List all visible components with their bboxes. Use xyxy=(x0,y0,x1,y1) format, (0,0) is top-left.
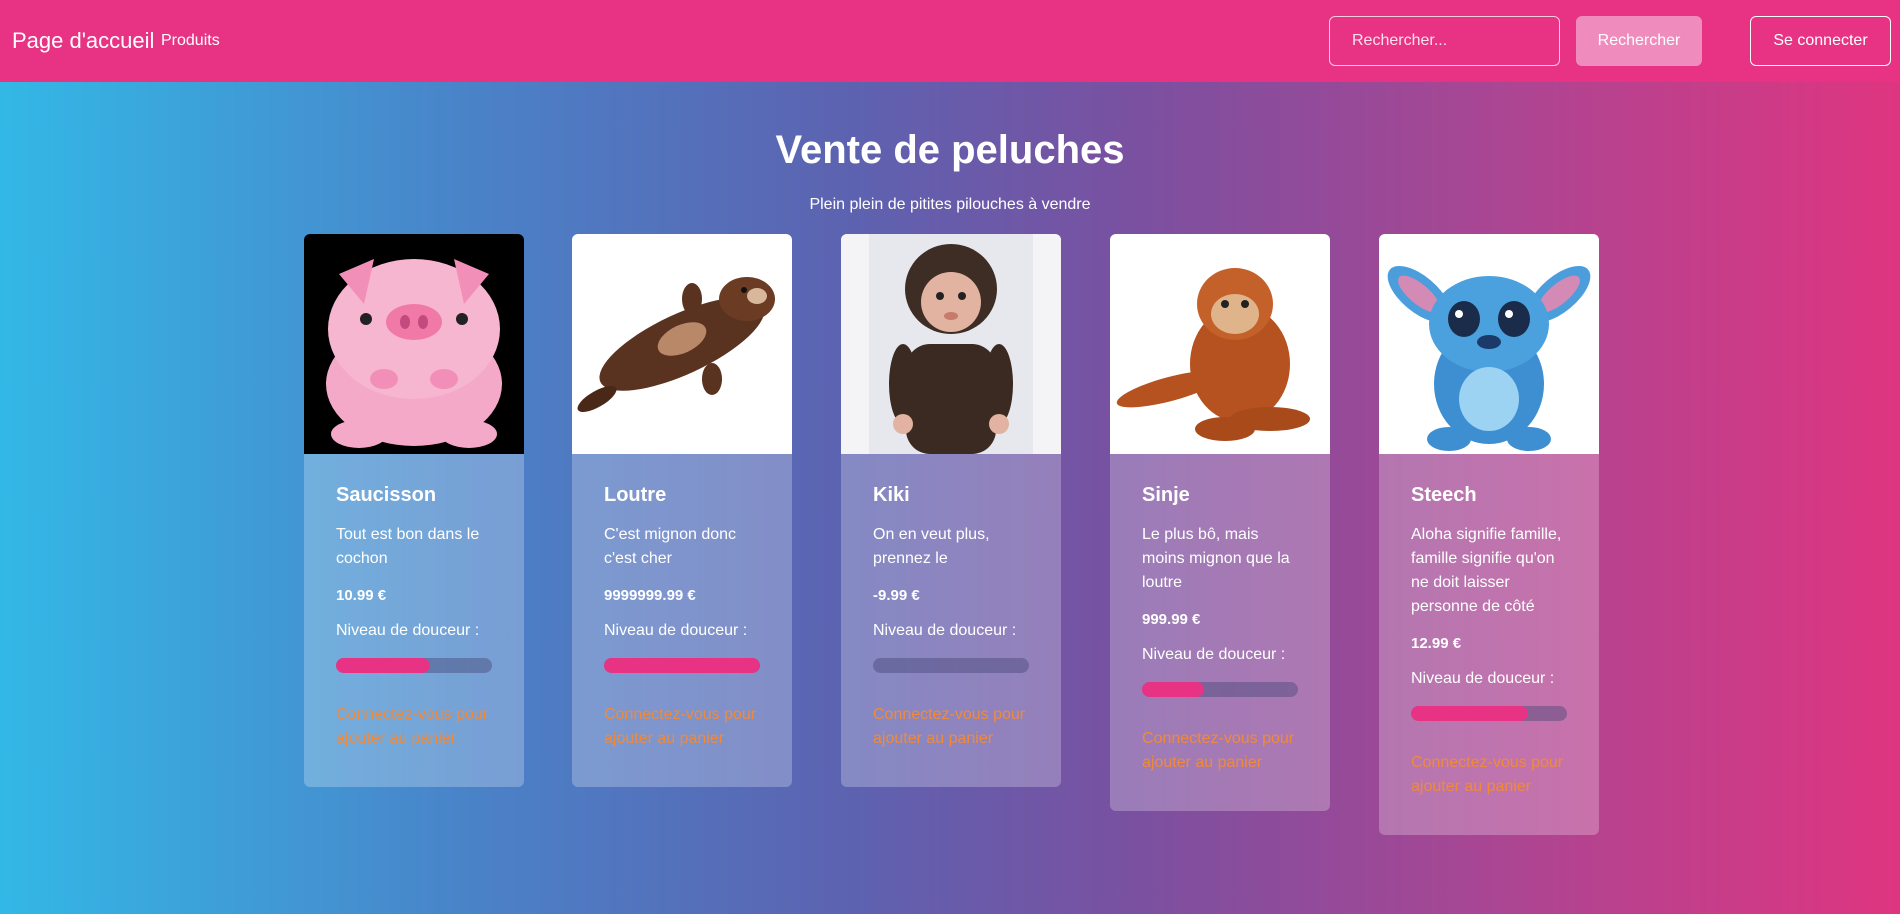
product-card-steech: Steech Aloha signifie famille, famille s… xyxy=(1379,234,1599,835)
product-name: Kiki xyxy=(873,484,910,506)
product-description: C'est mignon donc c'est cher xyxy=(604,526,737,567)
product-description: On en veut plus, prennez le xyxy=(873,526,990,567)
softness-label: Niveau de douceur : xyxy=(604,622,748,639)
product-price: 999.99 € xyxy=(1142,611,1201,628)
softness-progress-bar xyxy=(604,658,760,673)
navbar: Page d'accueil Produits Rechercher Se co… xyxy=(0,0,1900,82)
page-title: Vente de peluches xyxy=(775,128,1125,172)
pink-pig-plush-image xyxy=(304,234,524,454)
search-input[interactable] xyxy=(1329,16,1560,66)
product-card-sinje: Sinje Le plus bô, mais moins mignon que … xyxy=(1110,234,1330,811)
softness-label: Niveau de douceur : xyxy=(1142,646,1286,663)
softness-progress-bar xyxy=(1142,682,1298,697)
search-button[interactable]: Rechercher xyxy=(1576,16,1702,66)
softness-progress-fill xyxy=(604,658,760,673)
product-description: Tout est bon dans le cochon xyxy=(336,526,480,567)
product-name: Steech xyxy=(1411,484,1477,506)
product-name: Saucisson xyxy=(336,484,437,506)
product-name: Loutre xyxy=(604,484,667,506)
softness-label: Niveau de douceur : xyxy=(336,622,480,639)
page-subtitle: Plein plein de pitites pilouches à vendr… xyxy=(809,196,1091,213)
orangutan-plush-image xyxy=(1110,234,1330,454)
product-price: 10.99 € xyxy=(336,587,387,604)
login-to-add-link[interactable]: Connectez-vous pour ajouter au panier xyxy=(604,703,760,751)
softness-progress-bar xyxy=(336,658,492,673)
login-to-add-link[interactable]: Connectez-vous pour ajouter au panier xyxy=(1142,727,1298,775)
product-description: Aloha signifie famille, famille signifie… xyxy=(1411,526,1562,615)
login-to-add-link[interactable]: Connectez-vous pour ajouter au panier xyxy=(873,703,1029,751)
softness-progress-fill xyxy=(336,658,430,673)
product-price: 12.99 € xyxy=(1411,635,1462,652)
softness-label: Niveau de douceur : xyxy=(1411,670,1555,687)
product-card-saucisson: Saucisson Tout est bon dans le cochon 10… xyxy=(304,234,524,787)
product-card-kiki: Kiki On en veut plus, prennez le -9.99 €… xyxy=(841,234,1061,787)
login-to-add-link[interactable]: Connectez-vous pour ajouter au panier xyxy=(336,703,492,751)
softness-progress-bar xyxy=(1411,706,1567,721)
softness-progress-fill xyxy=(1411,706,1528,721)
softness-progress-bar xyxy=(873,658,1029,673)
login-button[interactable]: Se connecter xyxy=(1750,16,1891,66)
blue-alien-plush-image xyxy=(1379,234,1599,454)
product-name: Sinje xyxy=(1142,484,1190,506)
monkey-doll-image xyxy=(841,234,1061,454)
softness-progress-fill xyxy=(1142,682,1205,697)
softness-label: Niveau de douceur : xyxy=(873,622,1017,639)
products-link[interactable]: Produits xyxy=(161,32,220,50)
product-price: 9999999.99 € xyxy=(604,587,696,604)
product-description: Le plus bô, mais moins mignon que la lou… xyxy=(1142,526,1290,591)
login-to-add-link[interactable]: Connectez-vous pour ajouter au panier xyxy=(1411,751,1567,799)
product-price: -9.99 € xyxy=(873,587,920,604)
otter-plush-image xyxy=(572,234,792,454)
home-link[interactable]: Page d'accueil xyxy=(12,28,154,54)
product-card-loutre: Loutre C'est mignon donc c'est cher 9999… xyxy=(572,234,792,787)
